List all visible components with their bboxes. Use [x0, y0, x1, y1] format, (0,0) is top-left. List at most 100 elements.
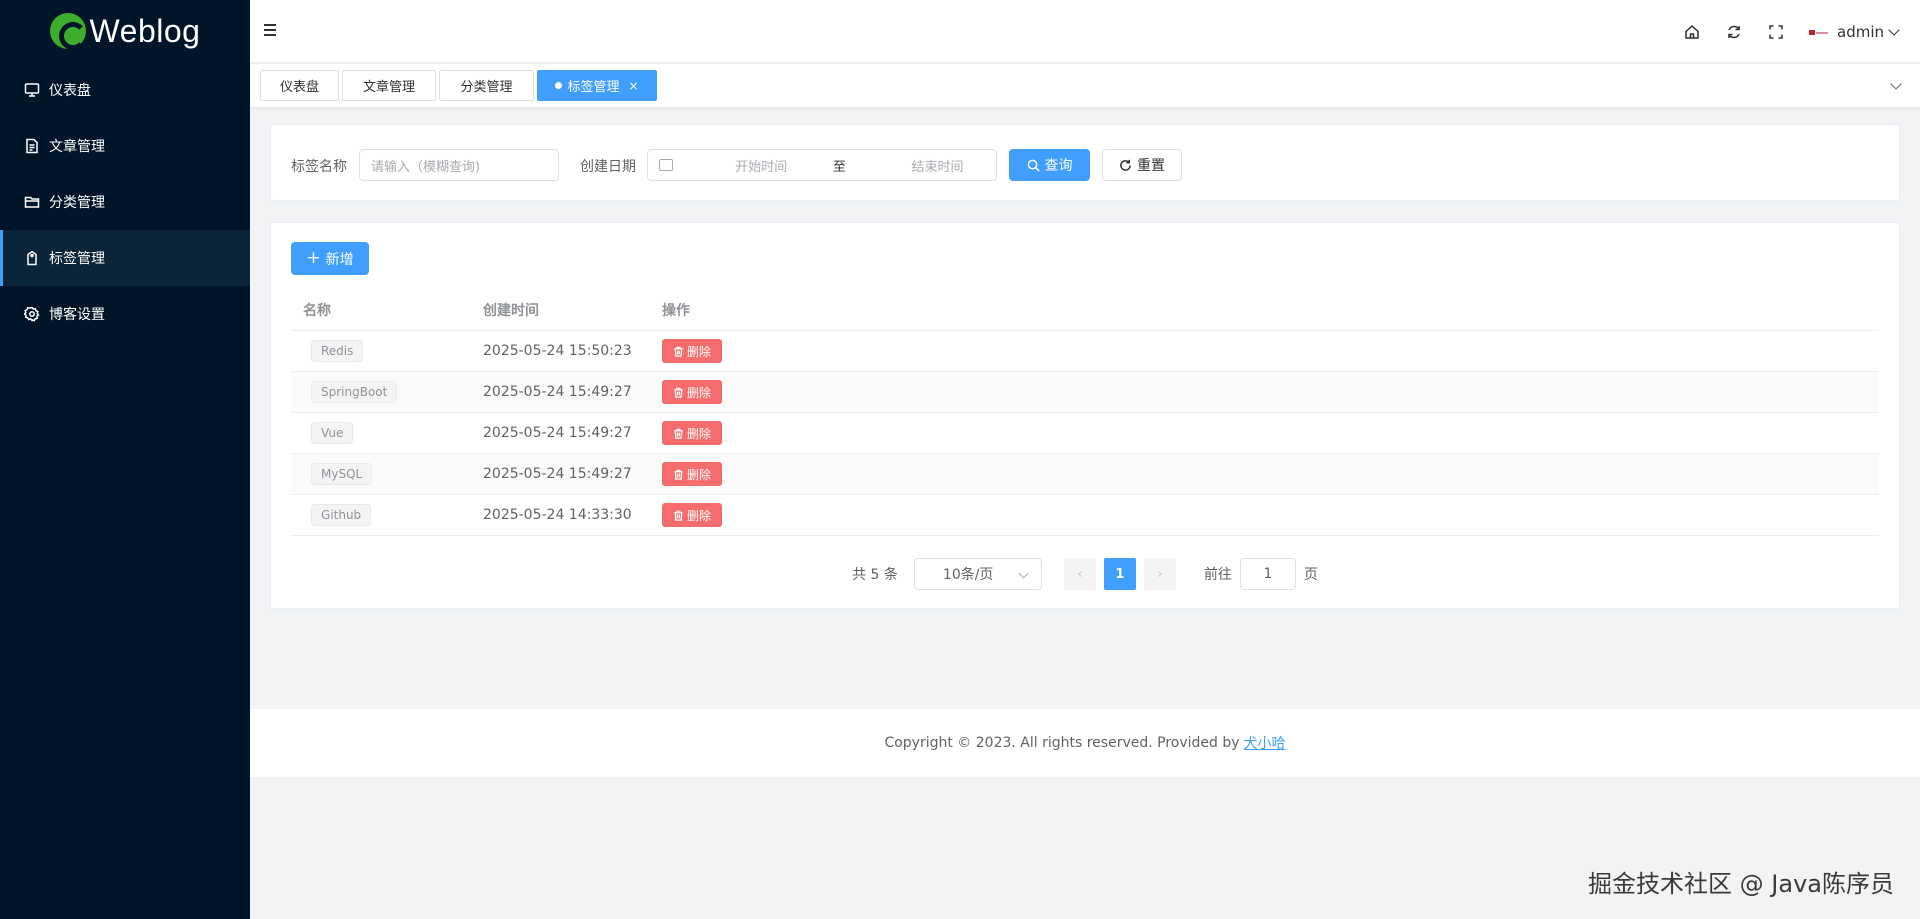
create-date-label: 创建日期 [580, 159, 636, 175]
delete-button[interactable]: 删除 [662, 339, 723, 363]
created-time: 2025-05-24 15:49:27 [483, 466, 632, 482]
folder-icon [24, 194, 40, 210]
calendar-icon [659, 159, 673, 171]
copyright-text: Copyright © 2023. All rights reserved. P… [884, 735, 1240, 751]
delete-button[interactable]: 删除 [662, 462, 723, 486]
goto-page: 前往 1 页 [1204, 558, 1318, 590]
goto-label: 前往 [1203, 567, 1232, 583]
tab-dashboard[interactable]: 仪表盘 [260, 70, 339, 101]
home-icon[interactable] [1671, 0, 1713, 63]
reset-button[interactable]: 重置 [1102, 149, 1182, 181]
delete-button[interactable]: 删除 [662, 503, 723, 527]
column-header-created: 创建时间 [483, 302, 539, 319]
trash-icon [674, 387, 683, 398]
table-row: MySQL 2025-05-24 15:49:27 删除 [291, 454, 1879, 495]
chevron-down-icon[interactable] [1890, 78, 1902, 90]
query-button[interactable]: 查询 [1009, 149, 1090, 181]
sidebar: Weblog 仪表盘 文章管理 分类管理 标签管理 博客设置 [0, 0, 250, 919]
refresh-icon [1120, 159, 1131, 171]
hamburger-menu-icon[interactable] [264, 24, 276, 38]
search-card: 标签名称 请输入（模糊查询) 创建日期 开始时间 至 结束时间 查询 重置 [270, 124, 1900, 201]
delete-label: 删除 [687, 467, 712, 482]
top-header: admin [250, 0, 1920, 63]
plus-icon: + [306, 248, 321, 268]
footer: Copyright © 2023. All rights reserved. P… [250, 709, 1920, 777]
tag-badge: Redis [311, 340, 364, 362]
active-dot-icon [555, 82, 563, 89]
delete-label: 删除 [687, 508, 712, 523]
monitor-icon [24, 82, 40, 98]
table-row: Github 2025-05-24 14:33:30 删除 [291, 495, 1879, 536]
trash-icon [674, 346, 683, 357]
trash-icon [674, 510, 683, 521]
sidebar-item-articles[interactable]: 文章管理 [0, 118, 250, 174]
pagination: 共 5 条 10条/页 ‹ 1 › 前往 1 页 [271, 558, 1899, 590]
tab-label: 仪表盘 [279, 80, 319, 95]
page-size-select[interactable]: 10条/页 [913, 558, 1042, 590]
trash-icon [674, 428, 683, 439]
created-time: 2025-05-24 15:49:27 [483, 384, 632, 400]
tab-categories[interactable]: 分类管理 [439, 70, 534, 101]
chevron-down-icon [1888, 23, 1900, 36]
close-icon[interactable]: × [628, 79, 638, 93]
sidebar-item-label: 标签管理 [49, 251, 105, 267]
sidebar-item-label: 文章管理 [49, 139, 105, 155]
fullscreen-icon[interactable] [1755, 0, 1797, 63]
trash-icon [674, 469, 683, 480]
sidebar-item-label: 博客设置 [49, 307, 105, 323]
sidebar-item-tags[interactable]: 标签管理 [0, 230, 250, 286]
sidebar-item-dashboard[interactable]: 仪表盘 [0, 62, 250, 118]
delete-label: 删除 [687, 426, 712, 441]
weblog-logo-icon [49, 13, 87, 50]
date-range-picker[interactable]: 开始时间 至 结束时间 [647, 149, 997, 181]
avatar [1807, 23, 1829, 40]
sidebar-item-categories[interactable]: 分类管理 [0, 174, 250, 230]
brand-name: Weblog [89, 12, 201, 49]
tag-name-placeholder: 请输入（模糊查询) [371, 159, 481, 175]
table-card: + 新增 名称 创建时间 操作 Redis 2025-05-24 15:50:2… [270, 222, 1900, 609]
logo[interactable]: Weblog [0, 0, 250, 62]
delete-label: 删除 [687, 385, 712, 400]
author-link[interactable]: 犬小哈 [1244, 733, 1286, 753]
column-header-name: 名称 [303, 302, 331, 319]
table-row: Redis 2025-05-24 15:50:23 删除 [291, 331, 1879, 372]
tags-table: 名称 创建时间 操作 Redis 2025-05-24 15:50:23 删除 … [291, 289, 1879, 536]
search-icon [1027, 159, 1040, 172]
tab-articles[interactable]: 文章管理 [342, 70, 436, 101]
date-end-input[interactable]: 结束时间 [879, 156, 996, 175]
created-time: 2025-05-24 15:50:23 [483, 343, 632, 359]
gear-icon [24, 306, 40, 322]
tag-icon [24, 250, 40, 266]
tabs-bar: 仪表盘 文章管理 分类管理 标签管理 × [250, 64, 1920, 107]
tag-name-label: 标签名称 [291, 159, 347, 175]
date-separator: 至 [832, 159, 846, 175]
created-time: 2025-05-24 15:49:27 [483, 425, 632, 441]
prev-page-button[interactable]: ‹ [1063, 558, 1096, 590]
tab-label: 分类管理 [460, 80, 513, 95]
tag-name-input[interactable]: 请输入（模糊查询) [359, 149, 559, 181]
add-tag-button[interactable]: + 新增 [291, 242, 369, 275]
table-row: SpringBoot 2025-05-24 15:49:27 删除 [291, 372, 1879, 413]
reset-button-label: 重置 [1137, 158, 1165, 174]
header-actions: admin [1671, 0, 1900, 63]
sidebar-item-settings[interactable]: 博客设置 [0, 286, 250, 342]
date-start-input[interactable]: 开始时间 [703, 156, 820, 175]
tab-tags[interactable]: 标签管理 × [537, 70, 657, 101]
sidebar-item-label: 仪表盘 [49, 83, 91, 99]
page-size-value: 10条/页 [942, 567, 994, 583]
created-time: 2025-05-24 14:33:30 [483, 507, 632, 523]
sidebar-item-label: 分类管理 [49, 195, 105, 211]
delete-button[interactable]: 删除 [662, 421, 723, 445]
document-icon [24, 138, 40, 154]
user-menu[interactable]: admin [1807, 23, 1900, 41]
tag-badge: MySQL [311, 463, 373, 485]
refresh-icon[interactable] [1713, 0, 1755, 63]
column-header-actions: 操作 [662, 302, 690, 319]
tag-badge: Github [311, 504, 372, 526]
goto-suffix: 页 [1303, 567, 1318, 583]
page-number-button[interactable]: 1 [1103, 558, 1136, 590]
delete-button[interactable]: 删除 [662, 380, 723, 404]
goto-page-input[interactable]: 1 [1239, 558, 1296, 590]
next-page-button[interactable]: › [1143, 558, 1176, 590]
watermark: 掘金技术社区 @ Java陈序员 [1588, 870, 1894, 898]
